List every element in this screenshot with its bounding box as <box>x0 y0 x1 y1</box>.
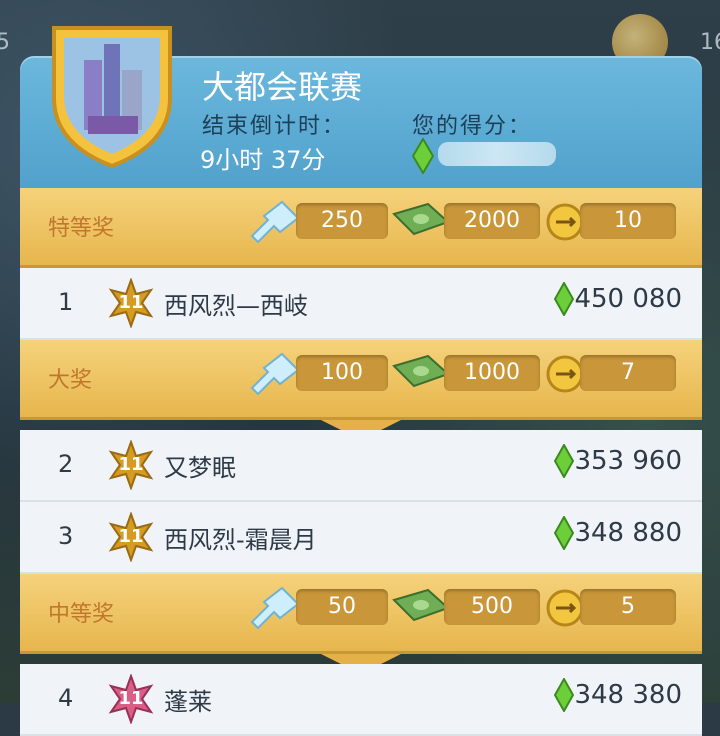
countdown-label: 结束倒计时： <box>202 114 347 139</box>
player-score: 348 880 <box>574 518 682 548</box>
background-number-right: 16 <box>700 30 720 55</box>
background-number-left: 5 <box>0 30 10 55</box>
rank: 2 <box>58 450 74 478</box>
level-star-icon: 11 <box>106 511 156 563</box>
simoleon-gem-icon <box>554 282 574 316</box>
player-score: 450 080 <box>574 284 682 314</box>
simoleon-gem-icon <box>412 138 434 174</box>
level-number: 11 <box>118 688 144 709</box>
key-reward: 100 <box>296 355 388 391</box>
cash-icon <box>392 354 450 388</box>
player-name: 西风烈—西岐 <box>164 292 308 320</box>
key-reward: 50 <box>296 589 388 625</box>
leaderboard-row[interactable]: 2 11 又梦眠 353 960 <box>20 430 702 502</box>
leaderboard-row[interactable]: 4 11 蓬莱 348 380 <box>20 664 702 736</box>
level-star-icon: 11 <box>106 673 156 725</box>
key-icon <box>250 352 300 396</box>
tier-name: 大奖 <box>48 368 93 393</box>
gold-key-reward: 7 <box>580 355 676 391</box>
tier-big-prize: 大奖 100 1000 7 <box>20 340 702 440</box>
rank: 4 <box>58 684 74 712</box>
key-icon <box>250 200 300 244</box>
simoleon-gem-icon <box>554 444 574 478</box>
player-name: 西风烈-霜晨月 <box>164 526 317 554</box>
level-number: 11 <box>118 292 144 313</box>
leaderboard-row[interactable]: 3 11 西风烈-霜晨月 348 880 <box>20 502 702 574</box>
tier-name: 中等奖 <box>48 602 115 627</box>
level-number: 11 <box>118 526 144 547</box>
tier-grand-prize: 特等奖 250 2000 10 <box>20 188 702 288</box>
league-header: 大都会联赛 结束倒计时： 9小时 37分 您的得分： <box>20 26 702 196</box>
score-label: 您的得分： <box>412 114 533 139</box>
level-star-icon: 11 <box>106 439 156 491</box>
league-panel: 大都会联赛 结束倒计时： 9小时 37分 您的得分： 特等奖 250 2000 … <box>20 26 702 736</box>
simoleon-gem-icon <box>554 516 574 550</box>
key-icon <box>250 586 300 630</box>
rank: 1 <box>58 288 74 316</box>
cash-icon <box>392 588 450 622</box>
league-title: 大都会联赛 <box>202 68 363 106</box>
cash-icon <box>392 202 450 236</box>
leaderboard-row[interactable]: 1 11 西风烈—西岐 450 080 <box>20 268 702 340</box>
gold-key-reward: 10 <box>580 203 676 239</box>
player-name: 又梦眠 <box>164 454 236 482</box>
city-shield-icon <box>52 26 172 169</box>
player-score: 348 380 <box>574 680 682 710</box>
rank: 3 <box>58 522 74 550</box>
simoleon-gem-icon <box>554 678 574 712</box>
cash-reward: 2000 <box>444 203 540 239</box>
cash-reward: 1000 <box>444 355 540 391</box>
player-name: 蓬莱 <box>164 688 212 716</box>
key-reward: 250 <box>296 203 388 239</box>
gold-key-reward: 5 <box>580 589 676 625</box>
level-number: 11 <box>118 454 144 475</box>
player-score: 353 960 <box>574 446 682 476</box>
my-score-hidden <box>438 142 556 166</box>
tier-name: 特等奖 <box>48 216 115 241</box>
cash-reward: 500 <box>444 589 540 625</box>
countdown-value: 9小时 37分 <box>200 146 326 174</box>
tier-medium-prize: 中等奖 50 500 5 <box>20 574 702 674</box>
level-star-icon: 11 <box>106 277 156 329</box>
